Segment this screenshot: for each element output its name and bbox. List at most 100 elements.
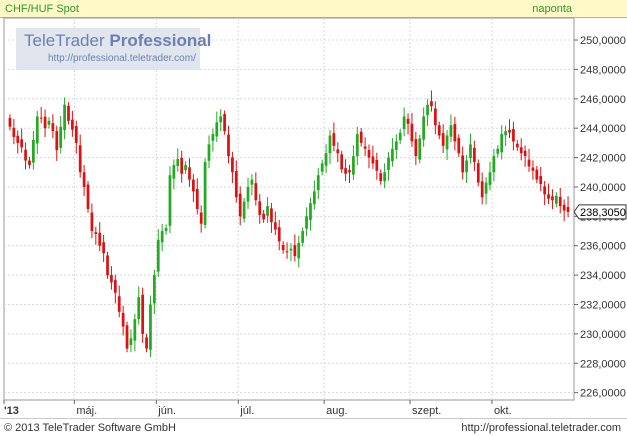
candle-body [86,184,90,209]
candle-body [63,104,66,131]
candle-body [195,189,199,209]
candle-body [313,191,316,205]
candle-body [55,131,59,151]
logo-brand: TeleTrader Professional [24,31,211,51]
candle-body [375,159,379,171]
candle-body [465,160,468,173]
candle-body [160,231,164,243]
candle-body [254,183,258,201]
y-tick-label: 242,0000 [580,153,626,165]
candle-body [430,101,433,107]
candle-body [211,134,215,141]
candle-body [242,201,246,219]
candle-body [113,280,117,293]
candle-body [340,154,344,170]
candle-body [488,172,492,185]
candle-body [320,163,324,172]
candle-body [305,216,308,229]
candle-body [535,169,539,180]
candle-body [379,173,383,182]
candle-body [164,228,168,232]
candle-body [71,119,74,130]
candle-body [266,206,269,216]
x-tick-label: aug. [326,405,347,417]
candle-body [234,171,238,198]
x-tick-label: jún. [157,405,176,417]
candle-body [492,156,496,173]
last-value-label: 238,3050 [580,207,626,219]
y-tick-label: 230,0000 [580,329,626,341]
candle-body [418,138,422,160]
candle-body [355,134,359,157]
candle-body [336,149,340,154]
candle-body [531,167,535,171]
candle-body [47,120,51,125]
candle-body [371,156,375,164]
y-tick-label: 244,0000 [580,123,626,135]
y-tick-label: 246,0000 [580,94,626,106]
candle-body [133,319,137,341]
logo-brand-plain: TeleTrader [24,31,105,50]
candle-body [449,125,453,137]
candle-body [543,186,546,195]
candle-body [270,208,273,223]
x-tick-label: máj. [76,405,97,417]
candle-body [35,116,39,144]
candle-body [145,337,148,349]
candle-body [219,116,223,123]
candle-body [51,123,55,132]
candle-body [394,141,398,150]
candle-body [172,164,176,179]
candle-body [566,206,570,212]
candle-body [519,147,523,154]
candle-body [121,313,125,327]
plot-border [3,17,575,401]
candle-body [367,149,371,158]
candle-body [476,163,480,183]
y-tick-label: 228,0000 [580,358,626,370]
candle-body [203,161,207,225]
candle-body [554,195,558,204]
candle-body [250,179,254,185]
footer-url[interactable]: http://professional.teletrader.com [461,422,621,434]
candle-body [324,153,328,166]
candle-body [188,167,191,180]
candle-body [484,182,488,194]
y-tick-label: 250,0000 [580,35,626,47]
candle-body [227,134,230,157]
x-tick-label: júl. [239,405,254,417]
candle-body [262,213,265,220]
candle-body [238,193,242,217]
candle-body [441,133,445,146]
candle-body [289,248,293,251]
candle-body [512,129,515,142]
candle-body [473,147,476,162]
candle-body [184,164,187,171]
candle-body [98,232,102,246]
chart-window: CHF/HUF Spot naponta 226,0000 228,0000 230… [0,0,627,436]
candle-body [28,160,31,165]
candle-body [348,170,351,173]
candle-body [78,145,82,173]
candle-body [562,204,566,211]
candle-body [363,146,367,149]
candle-body [301,231,305,243]
candle-body [352,156,355,175]
candle-body [445,135,449,150]
candle-body [67,105,70,121]
candle-body [527,159,531,167]
y-tick-label: 234,0000 [580,270,626,282]
candle-body [387,157,390,170]
candle-body [410,123,414,142]
candle-body [273,222,277,230]
candle-body [156,239,160,272]
candle-body [480,181,484,198]
logo-url: http://professional.teletrader.com/ [48,53,196,64]
y-tick-label: 226,0000 [580,388,626,400]
candle-body [125,325,129,349]
candle-body [39,117,43,119]
candle-body [246,186,250,202]
candle-body [16,135,20,143]
y-tick-label: 232,0000 [580,300,626,312]
candle-body [8,117,12,127]
